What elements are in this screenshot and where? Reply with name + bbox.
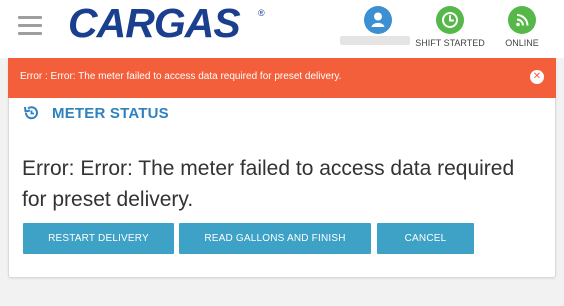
- user-status[interactable]: [338, 6, 418, 38]
- error-message: Error: Error: The meter failed to access…: [22, 157, 515, 211]
- app-header: CARGAS ® SHIFT STARTED ONLINE: [0, 0, 564, 58]
- history-icon: [24, 106, 38, 120]
- error-banner: Error : Error: The meter failed to acces…: [8, 58, 556, 98]
- close-icon[interactable]: ✕: [530, 70, 544, 84]
- restart-delivery-button[interactable]: RESTART DELIVERY: [23, 223, 174, 254]
- menu-bar: [18, 24, 42, 27]
- section-title-text: METER STATUS: [52, 104, 169, 122]
- user-icon: [364, 6, 392, 34]
- shift-status-label: SHIFT STARTED: [415, 38, 485, 48]
- read-gallons-finish-button[interactable]: READ GALLONS AND FINISH: [179, 223, 371, 254]
- menu-bar: [18, 16, 42, 19]
- cancel-button[interactable]: CANCEL: [377, 223, 474, 254]
- section-title: METER STATUS: [22, 104, 169, 122]
- clock-icon: [436, 6, 464, 34]
- shift-status[interactable]: SHIFT STARTED: [410, 6, 490, 48]
- connection-status-label: ONLINE: [505, 38, 539, 48]
- connection-status[interactable]: ONLINE: [482, 6, 562, 48]
- menu-bar: [18, 32, 42, 35]
- registered-mark: ®: [258, 8, 265, 18]
- cargas-logo: CARGAS: [68, 0, 241, 46]
- error-banner-text: Error : Error: The meter failed to acces…: [20, 71, 342, 82]
- menu-icon[interactable]: [18, 16, 42, 35]
- wifi-icon: [508, 6, 536, 34]
